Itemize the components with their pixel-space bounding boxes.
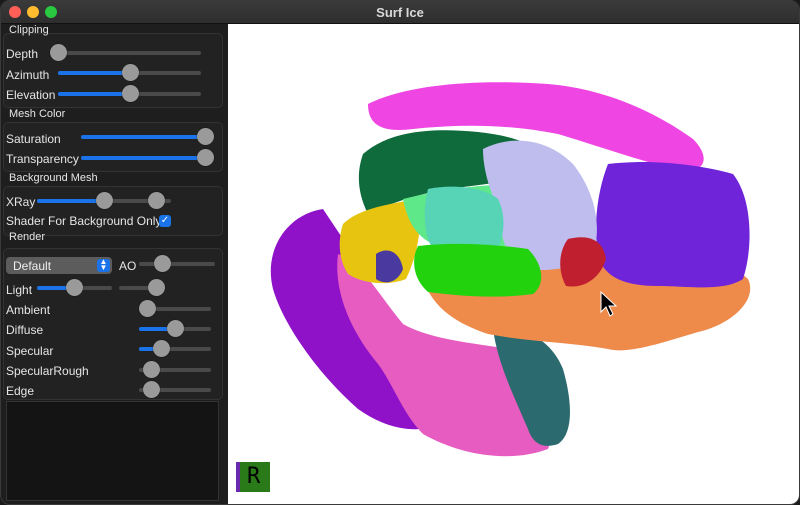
- transparency-label: Transparency: [6, 152, 79, 166]
- edge-slider[interactable]: [139, 381, 211, 398]
- title-bar: Surf Ice: [1, 1, 799, 24]
- azimuth-slider-knob[interactable]: [121, 64, 139, 81]
- light-slider-knob[interactable]: [65, 279, 83, 296]
- shader-background-label: Shader For Background Only: [6, 214, 162, 228]
- ao-label: AO: [119, 259, 137, 273]
- script-output-area[interactable]: [6, 401, 219, 501]
- saturation-slider[interactable]: [81, 128, 214, 145]
- saturation-label: Saturation: [6, 132, 61, 146]
- diffuse-label: Diffuse: [6, 323, 44, 337]
- 3d-viewport[interactable]: R: [228, 24, 799, 504]
- diffuse-slider[interactable]: [139, 320, 211, 337]
- diffuse-slider-knob[interactable]: [167, 320, 184, 337]
- saturation-slider-knob[interactable]: [197, 128, 214, 145]
- depth-slider[interactable]: [50, 44, 201, 61]
- edge-label: Edge: [6, 384, 35, 398]
- ambient-slider-knob[interactable]: [139, 300, 156, 317]
- transparency-slider[interactable]: [81, 149, 214, 166]
- elevation-slider[interactable]: [58, 85, 201, 102]
- xray-secondary-knob[interactable]: [148, 192, 165, 209]
- mesh-color-title: Mesh Color: [9, 108, 66, 120]
- control-panel: Clipping Depth Azimuth Elevation Mesh Co…: [1, 24, 227, 504]
- light-secondary-knob[interactable]: [148, 279, 165, 296]
- app-window: Surf Ice Clipping Depth Azimuth Elevatio…: [0, 0, 800, 505]
- background-mesh-group: [3, 186, 223, 236]
- transparency-slider-knob[interactable]: [197, 149, 214, 166]
- specular-rough-slider[interactable]: [139, 361, 211, 378]
- elevation-slider-knob[interactable]: [121, 85, 139, 102]
- mesh-region-purple: [596, 162, 750, 288]
- light-label: Light: [6, 283, 33, 297]
- shader-select-value: Default: [13, 259, 52, 273]
- elevation-label: Elevation: [6, 88, 56, 102]
- specular-slider[interactable]: [139, 340, 211, 357]
- orientation-marker-bar: [236, 462, 240, 492]
- edge-slider-knob[interactable]: [143, 381, 160, 398]
- shader-select[interactable]: Default ▲ ▼: [6, 257, 112, 274]
- background-mesh-title: Background Mesh: [9, 172, 98, 184]
- specular-slider-knob[interactable]: [152, 340, 170, 357]
- xray-slider-knob[interactable]: [96, 192, 113, 209]
- orientation-marker: R: [236, 462, 270, 492]
- clipping-title: Clipping: [9, 24, 49, 36]
- brain-mesh-render[interactable]: [228, 24, 799, 504]
- azimuth-slider[interactable]: [58, 64, 201, 81]
- light-slider[interactable]: [37, 279, 112, 296]
- ambient-slider[interactable]: [139, 300, 211, 317]
- ao-slider-knob[interactable]: [154, 255, 171, 272]
- specular-rough-label: SpecularRough: [6, 364, 89, 378]
- depth-slider-knob[interactable]: [50, 44, 67, 61]
- depth-label: Depth: [6, 47, 39, 61]
- specular-rough-slider-knob[interactable]: [143, 361, 160, 378]
- orientation-label: R: [247, 464, 261, 489]
- chevron-up-down-icon: ▲ ▼: [97, 258, 110, 272]
- mesh-region-bright-green: [414, 243, 542, 297]
- xray-label: XRay: [6, 195, 36, 209]
- shader-background-checkbox[interactable]: ✓: [159, 215, 171, 227]
- render-title: Render: [9, 231, 46, 243]
- light-secondary-slider[interactable]: [119, 279, 165, 296]
- specular-label: Specular: [6, 344, 54, 358]
- ao-slider[interactable]: [139, 255, 215, 272]
- azimuth-label: Azimuth: [6, 68, 50, 82]
- ambient-label: Ambient: [6, 303, 51, 317]
- window-title: Surf Ice: [376, 5, 424, 20]
- xray-secondary-slider[interactable]: [148, 192, 196, 209]
